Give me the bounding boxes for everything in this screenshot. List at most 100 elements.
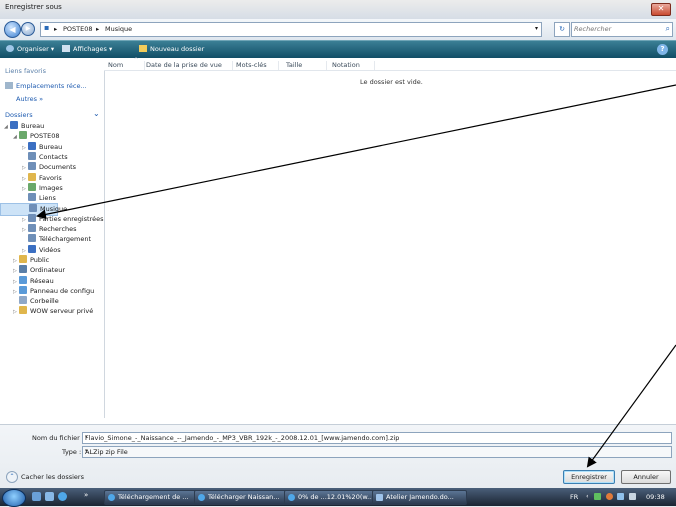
folder-tree-label: Réseau [30, 276, 54, 285]
window-title: Enregistrer sous [5, 3, 62, 11]
breadcrumb-poste08[interactable]: POSTE08 [63, 25, 93, 33]
folder-tree-label: Recherches [39, 225, 77, 233]
new-folder-label: Nouveau dossier [150, 45, 205, 53]
folder-icon [28, 141, 36, 150]
clock[interactable]: 09:38 [646, 493, 665, 501]
start-button[interactable] [2, 489, 26, 507]
folder-icon [28, 244, 36, 253]
browser-icon [108, 494, 115, 501]
taskbar-button-1[interactable]: Téléchargement de ... [104, 490, 199, 505]
search-input[interactable] [574, 24, 656, 34]
folder-tree-label: Bureau [21, 122, 45, 130]
language-indicator[interactable]: FR [570, 493, 578, 501]
folder-tree-item[interactable]: ▷ WOW serveur privé [0, 306, 93, 317]
folder-tree-label: POSTE08 [30, 132, 60, 141]
window-title-bar: Enregistrer sous ✕ [0, 0, 676, 20]
taskbar-button-3[interactable]: 0% de ...12.01%20(w... [284, 490, 379, 505]
taskbar-button-2[interactable]: Télécharger Naissan... [194, 490, 289, 505]
display-icon[interactable] [617, 493, 624, 500]
browser-icon [288, 494, 295, 501]
folder-tree-label: Liens [39, 194, 56, 203]
empty-folder-message: Le dossier est vide. [360, 78, 423, 86]
chevron-down-icon: ▾ [50, 45, 55, 53]
folder-tree-label: Musique [40, 205, 68, 214]
security-icon[interactable] [606, 493, 613, 500]
taskbar-button-label: Télécharger Naissan... [208, 493, 280, 501]
folder-icon [19, 275, 27, 284]
chevron-up-icon: ⌃ [6, 471, 18, 483]
column-name-label: Nom [108, 61, 124, 69]
folder-tree-label: WOW serveur privé [30, 307, 94, 316]
command-toolbar: Organiser ▾ Affichages ▾ Nouveau dossier… [0, 40, 676, 59]
new-folder-button[interactable]: Nouveau dossier [139, 45, 204, 53]
taskbar-button-label: 0% de ...12.01%20(w... [298, 493, 374, 501]
column-date[interactable]: Date de la prise de vue [146, 61, 233, 70]
views-label: Affichages [73, 45, 107, 53]
internet-explorer-icon[interactable] [58, 492, 67, 501]
folder-icon [28, 172, 36, 181]
folder-tree-label: Favoris [39, 173, 62, 182]
folder-tree-label: Vidéos [39, 245, 61, 254]
arrow-to-musique [36, 84, 676, 220]
type-dropdown-icon[interactable]: ▾ [85, 448, 669, 454]
organize-icon [6, 45, 14, 52]
folders-toggle-icon[interactable]: ⌄ [93, 109, 100, 118]
forward-button[interactable]: ▶ [21, 22, 35, 36]
filename-field[interactable]: Flavio_Simone_-_Naissance_--_Jamendo_-_M… [82, 432, 672, 444]
filename-label: Nom du fichier : [32, 434, 85, 442]
hide-folders-label: Cacher les dossiers [21, 473, 84, 481]
search-icon[interactable]: ⌕ [666, 24, 670, 34]
breadcrumb-separator: ▸ [54, 25, 58, 33]
favorite-recent-places[interactable]: Emplacements réce... [5, 82, 87, 90]
column-rating[interactable]: Notation [332, 61, 375, 70]
system-tray: FR ‹ 09:38 [566, 488, 676, 506]
switch-windows-icon[interactable] [45, 492, 54, 501]
more-favorites-link[interactable]: Autres » [16, 95, 43, 103]
breadcrumb-separator: ▸ [96, 25, 100, 33]
close-button[interactable]: ✕ [651, 3, 671, 16]
volume-icon[interactable] [629, 493, 636, 500]
browser-icon [198, 494, 205, 501]
cancel-button[interactable]: Annuler [621, 470, 671, 484]
type-select[interactable]: ALZip zip File ▾ [82, 446, 672, 458]
column-name[interactable]: Nom ^ [108, 57, 145, 70]
address-bar[interactable]: ▪ ▸ POSTE08 ▸ Musique ▾ [40, 22, 542, 37]
show-desktop-icon[interactable] [32, 492, 41, 501]
taskbar-button-4[interactable]: Atelier Jamendo.do... [372, 490, 467, 505]
column-size[interactable]: Taille [286, 61, 327, 70]
save-button[interactable]: Enregistrer [563, 470, 615, 484]
refresh-button[interactable]: ↻ [554, 22, 570, 37]
folder-icon [19, 265, 27, 274]
address-dropdown-icon[interactable]: ▾ [535, 25, 538, 32]
folder-tree-label: Ordinateur [30, 266, 66, 275]
folder-tree-label: Corbeille [30, 297, 59, 306]
folder-icon [28, 151, 36, 160]
folder-tree-label: Public [30, 255, 50, 264]
views-menu[interactable]: Affichages ▾ [62, 45, 112, 53]
folder-icon [19, 131, 27, 140]
favorites-header: Liens favoris [5, 67, 46, 75]
folder-tree-label: Contacts [39, 152, 68, 161]
taskbar-button-label: Atelier Jamendo.do... [386, 493, 454, 501]
search-box[interactable]: ⌕ [571, 22, 673, 37]
folder-tree-label: Téléchargement [39, 235, 92, 244]
breadcrumb-musique[interactable]: Musique [105, 25, 132, 33]
column-keywords[interactable]: Mots-clés [236, 61, 279, 70]
network-icon[interactable] [594, 493, 601, 500]
type-label: Type : [62, 448, 82, 456]
folder-tree-label: Images [39, 183, 63, 192]
computer-icon: ▪ [44, 23, 50, 32]
folder-icon [19, 285, 27, 294]
recent-places-icon [5, 82, 13, 89]
address-row: ◀ ▶ ▪ ▸ POSTE08 ▸ Musique ▾ ↻ ⌕ [0, 19, 676, 40]
organize-menu[interactable]: Organiser ▾ [6, 45, 54, 53]
chevron-left-icon[interactable]: ‹ [586, 492, 589, 500]
quicklaunch-more-icon[interactable]: » [84, 491, 88, 499]
help-icon[interactable]: ? [657, 44, 668, 55]
views-icon [62, 45, 70, 52]
folders-header[interactable]: Dossiers [5, 111, 33, 119]
back-button[interactable]: ◀ [4, 21, 21, 38]
taskbar: » Téléchargement de ... Télécharger Nais… [0, 488, 676, 507]
filename-dropdown-icon[interactable]: ▾ [85, 434, 669, 440]
hide-folders-toggle[interactable]: ⌃ Cacher les dossiers [6, 471, 84, 483]
